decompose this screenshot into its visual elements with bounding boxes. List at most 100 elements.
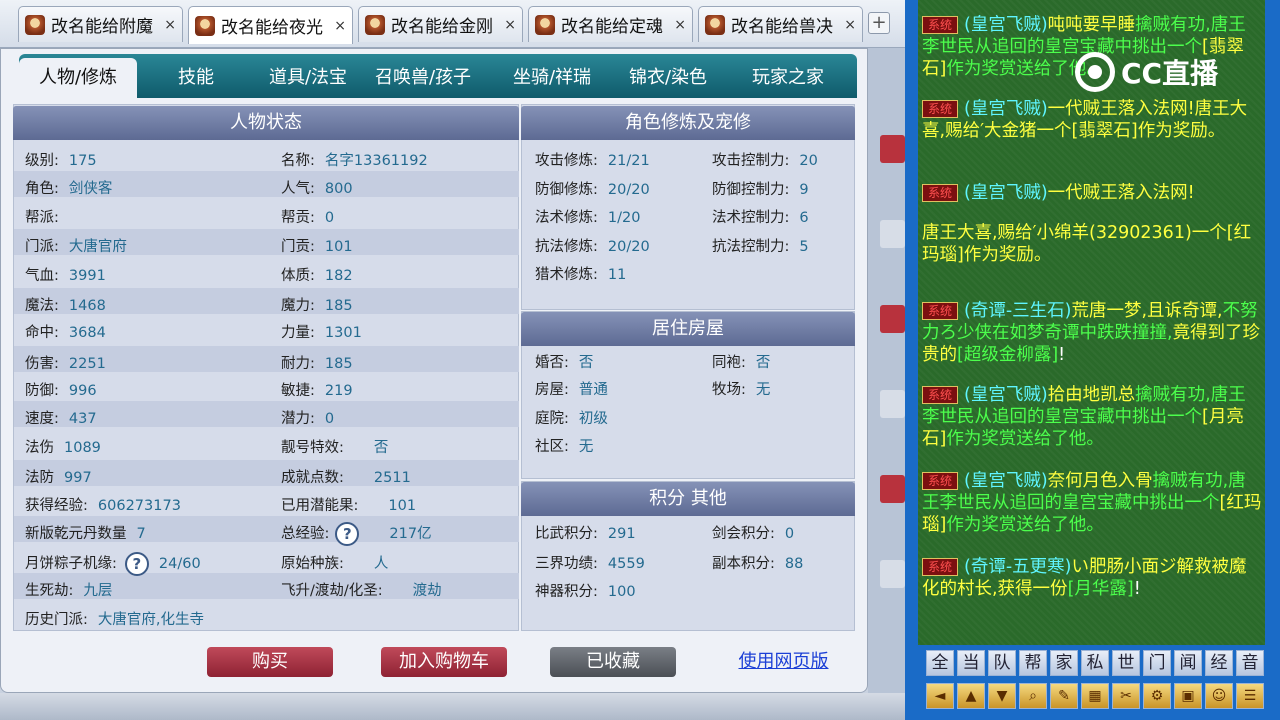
close-tab-icon[interactable]: × [674, 17, 686, 33]
chat-tool-icon[interactable]: ⌕ [1019, 683, 1047, 709]
housing-title: 居住房屋 [521, 312, 855, 346]
field-label: 生死劫: [25, 583, 74, 599]
chat-message: 系统 (奇谭-五更寒)い肥肠小面ジ解救被魔化的村长,获得一份[月华露]! [922, 556, 1262, 600]
field-label: 攻击修炼: [535, 153, 598, 169]
status-field: 角色: 剑侠客 [25, 177, 112, 198]
close-tab-icon[interactable]: × [844, 17, 856, 33]
chat-tool-icon[interactable]: ✂ [1112, 683, 1140, 709]
add-to-cart-button[interactable]: 加入购物车 [381, 647, 507, 677]
status-field: 飞升/渡劫/化圣: 渡劫 [281, 579, 442, 600]
browser-tab[interactable]: 改名能给金刚 × [358, 6, 523, 42]
system-tag: 系统 [922, 184, 959, 202]
nav-tab[interactable]: 技能 [137, 58, 255, 98]
help-icon[interactable]: ? [124, 552, 149, 576]
field-label: 三界功绩: [535, 556, 598, 572]
chat-tool-icon[interactable]: ▼ [988, 683, 1016, 709]
status-field: 获得经验: 606273173 [25, 494, 181, 515]
chat-log[interactable]: 系统 (皇宫飞贼)吨吨要早睡擒贼有功,唐王李世民从追回的皇宫宝藏中挑出一个[翡翠石… [918, 0, 1265, 645]
system-tag: 系统 [922, 558, 959, 576]
side-button[interactable] [880, 390, 905, 418]
status-field: 伤害: 2251 [25, 352, 106, 373]
field-value: 996 [68, 383, 97, 399]
chat-tool-icon[interactable]: ☰ [1236, 683, 1264, 709]
status-field: 帮贡: 0 [281, 206, 334, 227]
field-label: 历史门派: [25, 612, 88, 628]
status-field: 生死劫: 九层 [25, 579, 112, 600]
chat-channel-button[interactable]: 门 [1143, 650, 1171, 676]
nav-tab[interactable]: 人物/修炼 [19, 58, 137, 98]
chat-channel-button[interactable]: 当 [957, 650, 985, 676]
help-icon[interactable]: ? [335, 522, 360, 546]
side-button[interactable] [880, 135, 905, 163]
side-button[interactable] [880, 475, 905, 503]
chat-channel-button[interactable]: 经 [1205, 650, 1233, 676]
field-value: 6 [799, 210, 809, 226]
chat-channel-button[interactable]: 音 [1236, 650, 1264, 676]
tab-favicon-icon [195, 15, 215, 36]
chat-channel-button[interactable]: 全 [926, 650, 954, 676]
chat-channel-button[interactable]: 家 [1050, 650, 1078, 676]
favorited-button[interactable]: 已收藏 [550, 647, 676, 677]
field-value: 人 [373, 556, 389, 572]
field-value: 101 [388, 498, 417, 514]
points-field: 剑会积分: 0 [712, 522, 794, 543]
side-button[interactable] [880, 220, 905, 248]
chat-channel-button[interactable]: 队 [988, 650, 1016, 676]
nav-tab[interactable]: 坐骑/祥瑞 [493, 58, 611, 98]
side-button[interactable] [880, 305, 905, 333]
field-value: 1468 [68, 298, 106, 314]
browser-tab[interactable]: 改名能给夜光 × [188, 6, 353, 44]
message-text: 唐王大喜,赐给′小绵羊(32902 [922, 223, 1152, 243]
close-tab-icon[interactable]: × [334, 18, 346, 34]
field-label: 门贡: [281, 239, 315, 255]
chat-tool-icon[interactable]: ◄ [926, 683, 954, 709]
buy-button[interactable]: 购买 [207, 647, 333, 677]
side-button[interactable] [880, 560, 905, 588]
nav-tab[interactable]: 召唤兽/孩子 [364, 58, 482, 98]
field-value: 997 [64, 470, 92, 486]
nav-tab[interactable]: 锦衣/染色 [609, 58, 727, 98]
chat-tool-icon[interactable]: ⚙ [1143, 683, 1171, 709]
field-value: 0 [324, 411, 335, 427]
chat-channel-button[interactable]: 帮 [1019, 650, 1047, 676]
chat-tool-icon[interactable]: ▦ [1081, 683, 1109, 709]
chat-message: 系统 (皇宫飞贼)奈何月色入骨擒贼有功,唐王李世民从追回的皇宫宝藏中挑出一个[红玛… [922, 470, 1262, 536]
message-text: 荒唐一梦,且诉奇谭, [1071, 301, 1223, 321]
new-tab-button[interactable]: + [868, 12, 890, 34]
close-tab-icon[interactable]: × [164, 17, 176, 33]
browser-tab[interactable]: 改名能给附魔 × [18, 6, 183, 42]
field-label: 总经验: [281, 526, 330, 542]
points-field: 比武积分: 291 [535, 522, 636, 543]
close-tab-icon[interactable]: × [504, 17, 516, 33]
nav-tab[interactable]: 道具/法宝 [249, 58, 367, 98]
field-label: 房屋: [535, 382, 569, 398]
status-field: 魔力: 185 [281, 294, 353, 315]
housing-field: 社区: 无 [535, 435, 593, 456]
field-value: 1301 [324, 325, 362, 341]
chat-tool-icon[interactable]: ▣ [1174, 683, 1202, 709]
browser-tab[interactable]: 改名能给定魂 × [528, 6, 693, 42]
chat-channel-button[interactable]: 私 [1081, 650, 1109, 676]
message-text: ! [1058, 345, 1066, 365]
chat-tool-icon[interactable]: ✎ [1050, 683, 1078, 709]
field-label: 社区: [535, 439, 569, 455]
status-field: 速度: 437 [25, 407, 97, 428]
chat-tool-icon[interactable]: ▲ [957, 683, 985, 709]
message-text: ! [1133, 579, 1141, 599]
field-value: 渡劫 [412, 583, 442, 599]
chat-channel-button[interactable]: 闻 [1174, 650, 1202, 676]
tab-label: 改名能给金刚 [391, 17, 493, 37]
field-value: 606273173 [97, 498, 181, 514]
browser-tab[interactable]: 改名能给兽决 × [698, 6, 863, 42]
field-label: 攻击控制力: [712, 153, 790, 169]
chat-channel-button[interactable]: 世 [1112, 650, 1140, 676]
nav-tab[interactable]: 玩家之家 [729, 58, 847, 98]
field-label: 婚否: [535, 355, 569, 371]
cultivation-field: 法术控制力: 6 [712, 206, 809, 227]
field-label: 比武积分: [535, 526, 598, 542]
field-value: 1/20 [607, 210, 641, 226]
field-value: 185 [324, 298, 353, 314]
message-text: (奇谭-三生石) [964, 301, 1072, 321]
web-version-link[interactable]: 使用网页版 [726, 647, 841, 677]
chat-tool-icon[interactable]: ☺ [1205, 683, 1233, 709]
